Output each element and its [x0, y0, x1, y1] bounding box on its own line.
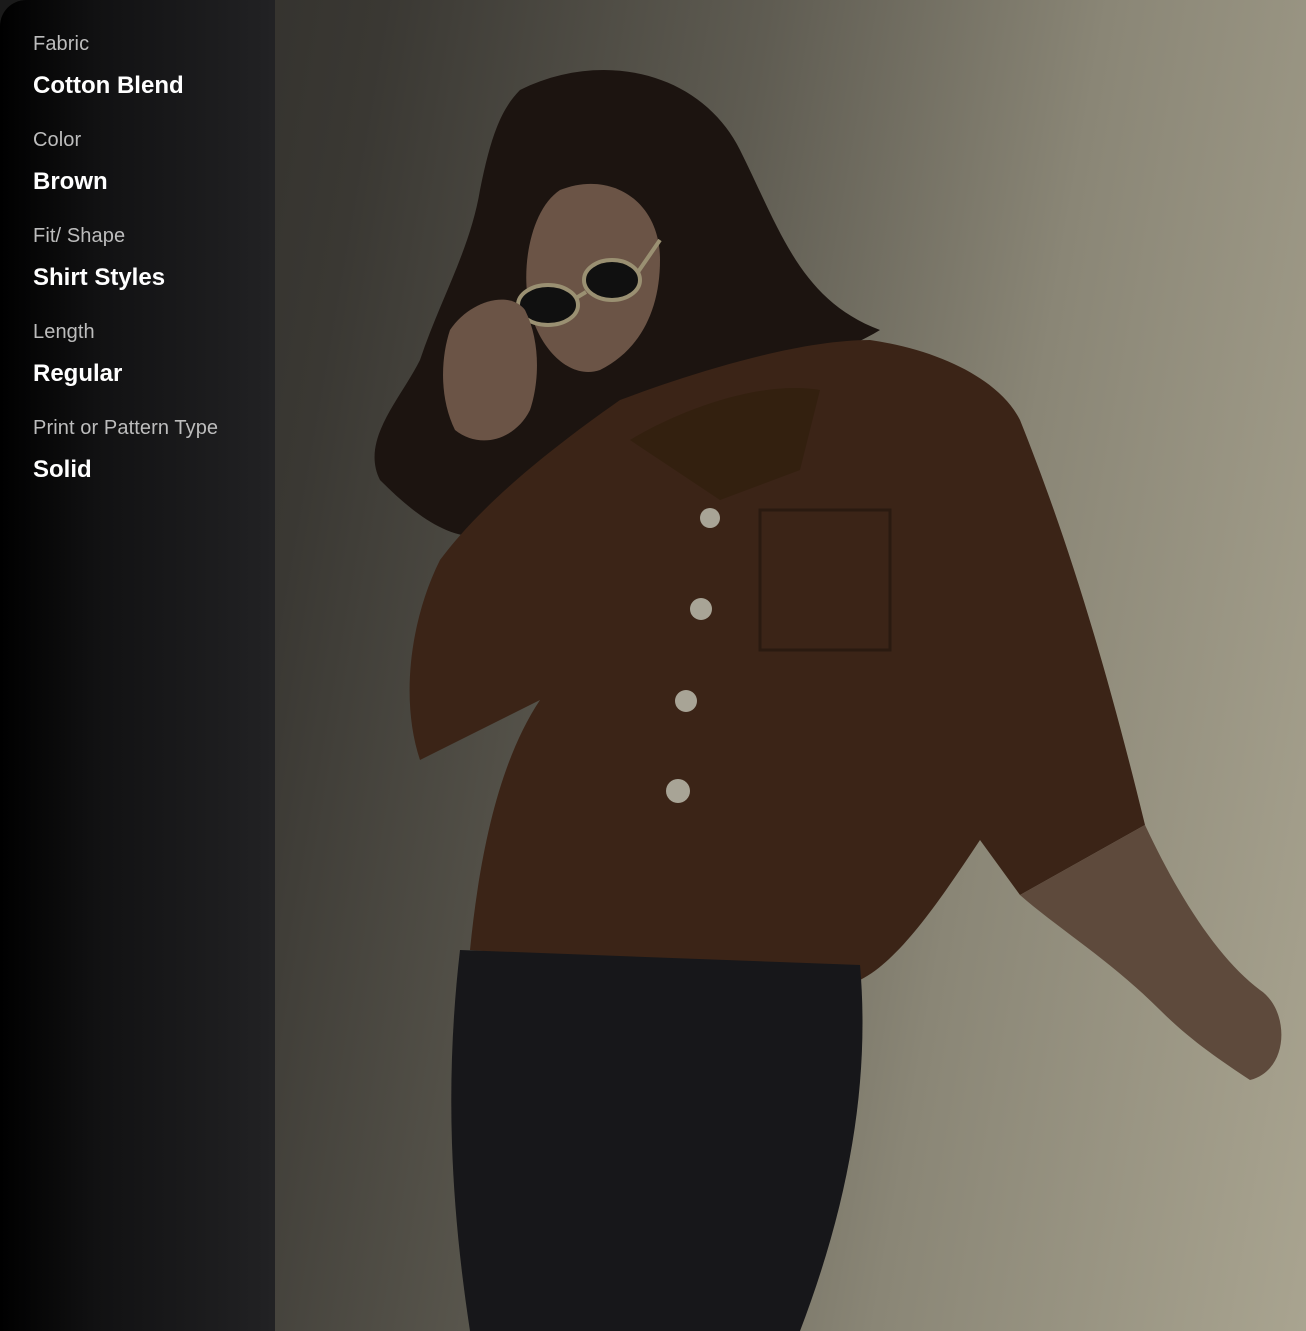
attribute-value: Regular — [33, 360, 123, 387]
attribute-fit-shape: Fit/ Shape Shirt Styles — [33, 222, 275, 294]
attribute-value: Shirt Styles — [33, 264, 166, 291]
shirt-button — [666, 779, 690, 803]
attributes-panel: Fabric Cotton Blend Color Brown Fit/ Sha… — [0, 0, 275, 1331]
attribute-value: Solid — [33, 456, 92, 483]
shirt-button — [675, 690, 697, 712]
attribute-label: Print or Pattern Type — [33, 417, 219, 439]
product-attributes-overlay: Fabric Cotton Blend Color Brown Fit/ Sha… — [0, 0, 1306, 1331]
shirt-button — [690, 598, 712, 620]
attribute-value: Brown — [33, 168, 108, 195]
attribute-value: Cotton Blend — [33, 72, 184, 99]
attribute-print-pattern: Print or Pattern Type Solid — [33, 414, 275, 486]
shirt-button — [700, 508, 720, 528]
attribute-fabric: Fabric Cotton Blend — [33, 30, 275, 102]
attribute-label: Color — [33, 129, 82, 151]
attribute-length: Length Regular — [33, 318, 275, 390]
jeans-shape — [451, 950, 863, 1331]
attribute-label: Length — [33, 321, 95, 343]
sunglasses-right-lens — [582, 258, 642, 302]
attribute-color: Color Brown — [33, 126, 275, 198]
attribute-label: Fit/ Shape — [33, 225, 126, 247]
attribute-label: Fabric — [33, 33, 90, 55]
